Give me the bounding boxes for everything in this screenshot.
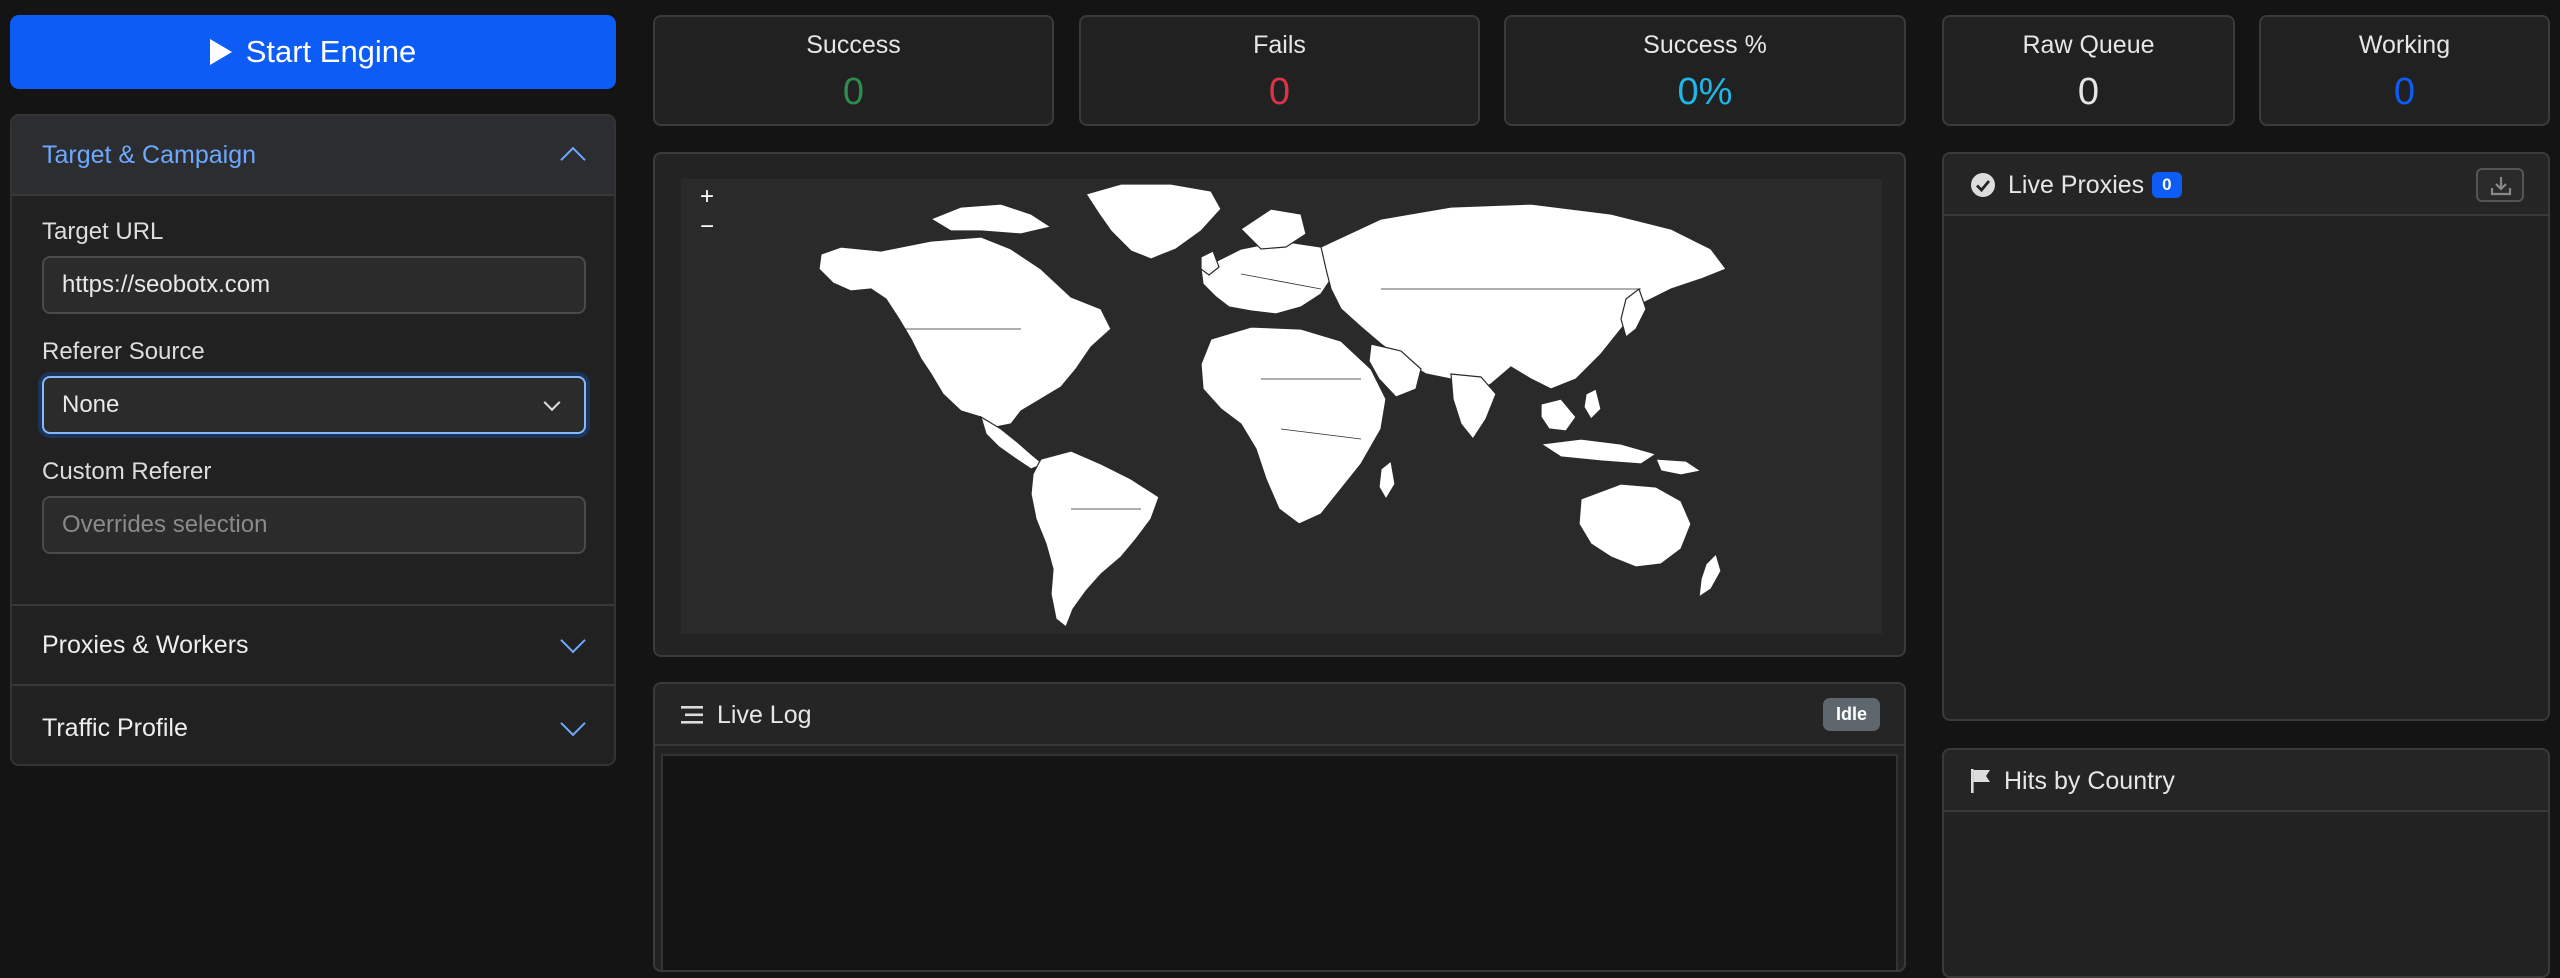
live-log-output[interactable] <box>661 754 1898 970</box>
continent-australia <box>1578 483 1692 568</box>
live-log-panel: Live Log Idle <box>653 682 1906 972</box>
continent-south-america <box>1030 450 1160 628</box>
continent-europe <box>1200 240 1342 315</box>
hits-by-country-panel: Hits by Country <box>1942 748 2550 978</box>
referer-source-label: Referer Source <box>42 338 205 365</box>
accordion-title: Traffic Profile <box>42 713 188 742</box>
referer-source-value: None <box>62 391 120 418</box>
stat-label: Success % <box>1643 31 1767 59</box>
live-log-title: Live Log <box>717 701 812 729</box>
continent-africa <box>1200 326 1387 525</box>
live-log-header: Live Log Idle <box>655 684 1904 746</box>
list-icon <box>681 706 703 724</box>
stat-card-success: Success 0 <box>653 15 1054 126</box>
stat-card-raw-queue: Raw Queue 0 <box>1942 15 2235 126</box>
stat-value: 0% <box>1677 71 1733 113</box>
accordion-body-target-campaign: Target URL https://seobotx.com Referer S… <box>12 196 614 606</box>
referer-source-select[interactable]: None <box>42 376 586 434</box>
target-url-input[interactable]: https://seobotx.com <box>42 256 586 314</box>
region-greenland <box>1085 183 1222 260</box>
stat-value: 0 <box>2393 71 2416 113</box>
live-proxies-title: Live Proxies <box>2008 171 2145 199</box>
world-map-panel: + − <box>653 152 1906 657</box>
live-proxies-title-wrap: Live Proxies 0 <box>2008 171 2182 200</box>
continent-north-america <box>818 236 1112 428</box>
live-proxies-header: Live Proxies 0 <box>1944 154 2548 216</box>
stat-label: Raw Queue <box>2022 31 2155 59</box>
play-icon <box>209 39 232 65</box>
custom-referer-placeholder: Overrides selection <box>62 511 268 538</box>
stat-value: 0 <box>2077 71 2100 113</box>
region-new-zealand <box>1698 552 1722 599</box>
region-new-guinea <box>1655 458 1703 476</box>
region-southeast-asia <box>1540 398 1577 432</box>
world-map-svg <box>818 183 1727 628</box>
world-map[interactable]: + − <box>681 179 1882 634</box>
stat-label: Fails <box>1253 31 1306 59</box>
stat-card-working: Working 0 <box>2259 15 2550 126</box>
status-badge: Idle <box>1822 698 1880 731</box>
flag-icon <box>1971 769 1990 793</box>
hits-by-country-title: Hits by Country <box>2004 767 2175 795</box>
start-engine-label: Start Engine <box>245 34 417 69</box>
custom-referer-label: Custom Referer <box>42 458 212 485</box>
stat-label: Success <box>806 31 901 59</box>
stat-value: 0 <box>842 71 865 113</box>
chevron-down-icon <box>560 627 586 654</box>
accordion-title: Target & Campaign <box>42 140 257 169</box>
settings-accordion: Target & Campaign Target URL https://seo… <box>10 114 616 766</box>
region-philippines <box>1583 388 1602 420</box>
stat-label: Working <box>2358 31 2451 59</box>
proxy-count-badge: 0 <box>2152 172 2182 198</box>
stat-card-success-percent: Success % 0% <box>1504 15 1906 126</box>
download-icon <box>2490 177 2512 196</box>
target-url-value: https://seobotx.com <box>62 271 271 298</box>
download-proxies-button[interactable] <box>2476 168 2524 202</box>
stat-card-fails: Fails 0 <box>1079 15 1480 126</box>
check-circle-icon <box>1971 173 1995 197</box>
region-madagascar <box>1378 459 1396 501</box>
live-proxies-panel: Live Proxies 0 <box>1942 152 2550 721</box>
stat-value: 0 <box>1268 71 1291 113</box>
start-engine-button[interactable]: Start Engine <box>10 15 616 89</box>
continent-central-america <box>979 415 1045 470</box>
accordion-header-proxies-workers[interactable]: Proxies & Workers <box>12 606 614 686</box>
hits-by-country-header: Hits by Country <box>1944 750 2548 812</box>
accordion-header-target-campaign[interactable]: Target & Campaign <box>12 116 614 196</box>
chevron-down-icon <box>543 394 561 412</box>
custom-referer-input[interactable]: Overrides selection <box>42 496 586 554</box>
target-url-label: Target URL <box>42 218 164 245</box>
region-arctic-islands <box>929 203 1053 235</box>
region-indonesia <box>1539 438 1658 465</box>
accordion-title: Proxies & Workers <box>42 630 249 659</box>
chevron-up-icon <box>560 146 586 173</box>
accordion-header-traffic-profile[interactable]: Traffic Profile <box>12 688 614 764</box>
chevron-down-icon <box>560 710 586 737</box>
